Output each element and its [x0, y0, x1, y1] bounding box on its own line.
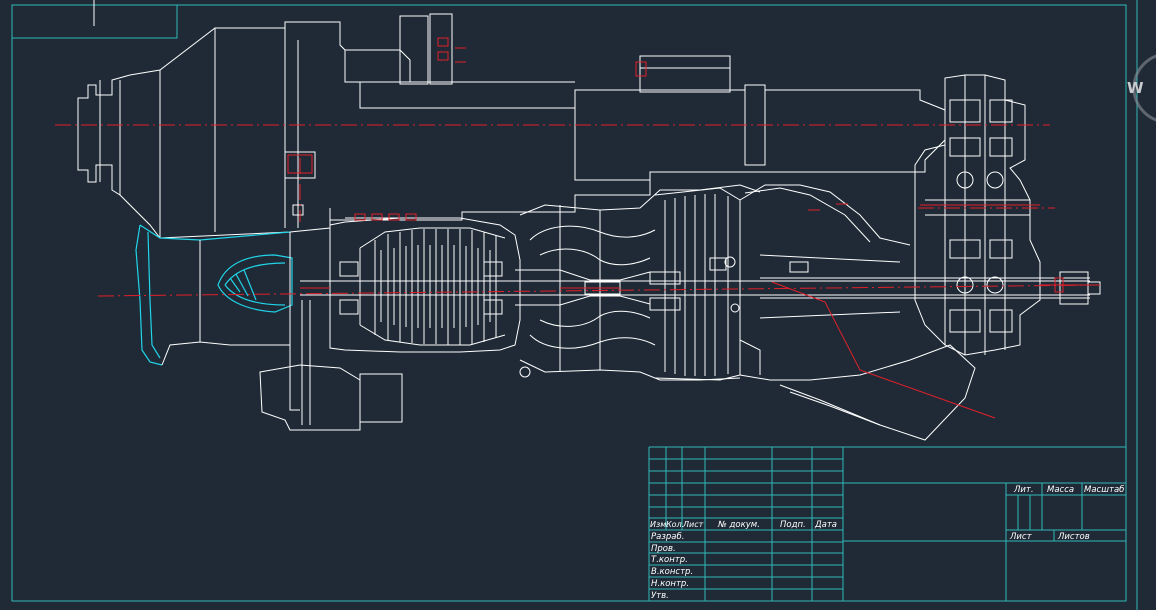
row-n-kontr: Н.контр. [651, 579, 689, 589]
header-doc-no: № докум. [717, 520, 760, 530]
combustor-section [515, 184, 761, 381]
watermark-badge: W [1127, 54, 1156, 122]
lower-housings [161, 232, 403, 431]
accessory-drive [284, 151, 740, 378]
main-shaft [300, 271, 1101, 305]
label-sheets: Листов [1057, 532, 1090, 542]
label-sheet: Лист [1009, 532, 1033, 542]
drawing-sheet: W Изм. Кол. Лист № докум. Подп. Дата Раз… [11, 0, 1156, 610]
gearbox-fittings [287, 37, 647, 174]
row-utv: Утв. [651, 591, 669, 601]
title-block-right [1005, 483, 1126, 601]
engine-section-drawing [77, 13, 1101, 441]
header-list: Лист [682, 520, 704, 529]
title-block-text: Изм. Кол. Лист № докум. Подп. Дата Разра… [650, 485, 1124, 601]
centerlines [55, 124, 1101, 297]
row-razrab: Разраб. [651, 532, 684, 542]
rear-gearbox [914, 74, 1041, 356]
compressor-section [329, 217, 521, 353]
label-masshtab: Масштаб [1084, 485, 1124, 495]
header-sign: Подп. [780, 520, 806, 530]
header-kol: Кол. [666, 520, 684, 529]
watermark-letter: W [1127, 79, 1144, 97]
turbine-section [649, 187, 809, 381]
label-lit: Лит. [1013, 485, 1034, 495]
row-t-kontr: Т.контр. [651, 555, 688, 565]
row-v-konstr: В.констр. [651, 567, 693, 577]
label-massa: Масса [1047, 485, 1074, 495]
gearbox-housing [77, 13, 946, 239]
row-prov: Пров. [651, 544, 676, 554]
cad-drawing-canvas[interactable]: W Изм. Кол. Лист № докум. Подп. Дата Раз… [0, 0, 1156, 610]
header-date: Дата [814, 520, 837, 530]
exhaust-duct [739, 184, 976, 441]
